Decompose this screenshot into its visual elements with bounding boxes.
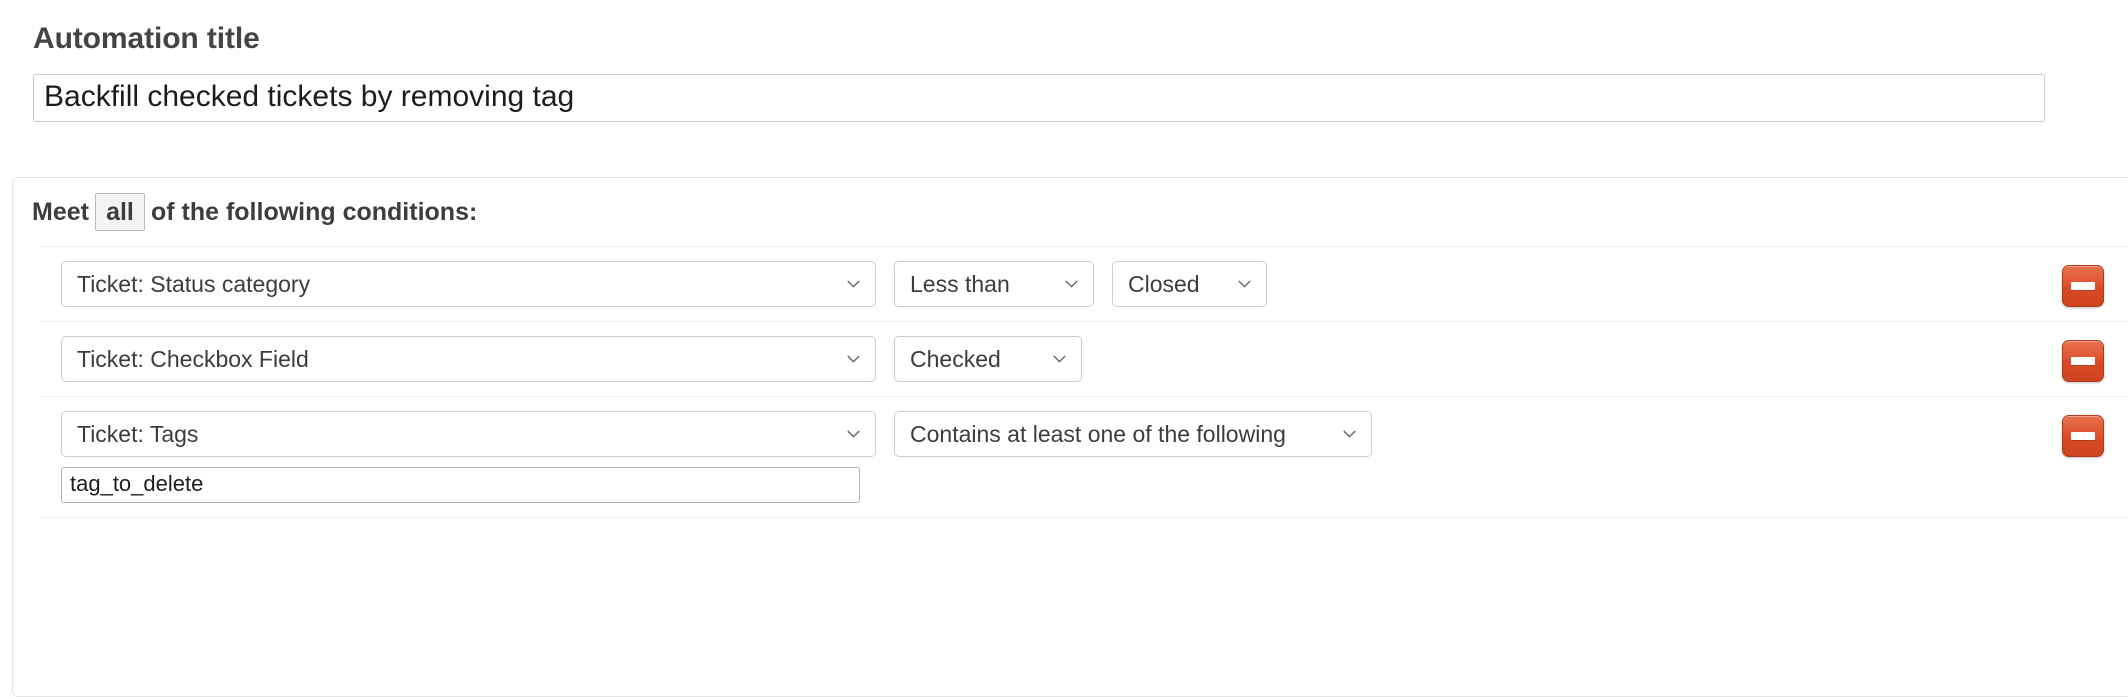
condition-rows: Ticket: Status category Less than Closed… [13,246,2128,518]
condition-field-select[interactable]: Ticket: Checkbox Field [61,336,876,382]
meet-prefix-label: Meet [32,197,89,226]
condition-operator-select[interactable]: Less than [894,261,1094,307]
condition-controls: Ticket: Checkbox Field Checked [61,336,2128,382]
condition-tag-value-input[interactable] [61,467,860,503]
condition-field-label: Ticket: Checkbox Field [77,345,309,372]
condition-operator-label: Less than [910,270,1010,297]
condition-field-label: Ticket: Status category [77,270,311,297]
condition-value-select[interactable]: Closed [1112,261,1267,307]
condition-field-select[interactable]: Ticket: Status category [61,261,876,307]
chevron-down-icon [845,426,862,443]
match-type-select[interactable]: all [94,193,145,231]
minus-icon [2071,357,2095,365]
automation-title-block: Automation title [33,22,2045,122]
condition-row: Ticket: Checkbox Field Checked [41,321,2128,396]
automation-title-input[interactable] [33,74,2045,122]
remove-condition-button[interactable] [2062,340,2104,382]
condition-value-label: Closed [1128,270,1200,297]
condition-operator-label: Checked [910,345,1001,372]
condition-field-select[interactable]: Ticket: Tags [61,411,876,457]
chevron-down-icon [1063,276,1080,293]
conditions-panel: Meet all of the following conditions: Ti… [12,177,2128,697]
meet-suffix-label: of the following conditions: [150,197,478,226]
chevron-down-icon [1341,426,1358,443]
condition-operator-select[interactable]: Contains at least one of the following [894,411,1372,457]
minus-icon [2071,432,2095,440]
remove-condition-button[interactable] [2062,415,2104,457]
remove-condition-button[interactable] [2062,265,2104,307]
chevron-down-icon [1051,351,1068,368]
minus-icon [2071,282,2095,290]
condition-row: Ticket: Status category Less than Closed [41,246,2128,321]
chevron-down-icon [845,351,862,368]
condition-row: Ticket: Tags Contains at least one of th… [41,396,2128,518]
chevron-down-icon [845,276,862,293]
meet-conditions-row: Meet all of the following conditions: [13,178,2128,246]
page-title: Automation title [33,22,260,55]
condition-operator-label: Contains at least one of the following [910,420,1286,447]
condition-field-label: Ticket: Tags [77,420,199,447]
condition-operator-select[interactable]: Checked [894,336,1082,382]
condition-controls: Ticket: Status category Less than Closed [61,261,2128,307]
chevron-down-icon [1236,276,1253,293]
condition-controls: Ticket: Tags Contains at least one of th… [61,411,2128,457]
